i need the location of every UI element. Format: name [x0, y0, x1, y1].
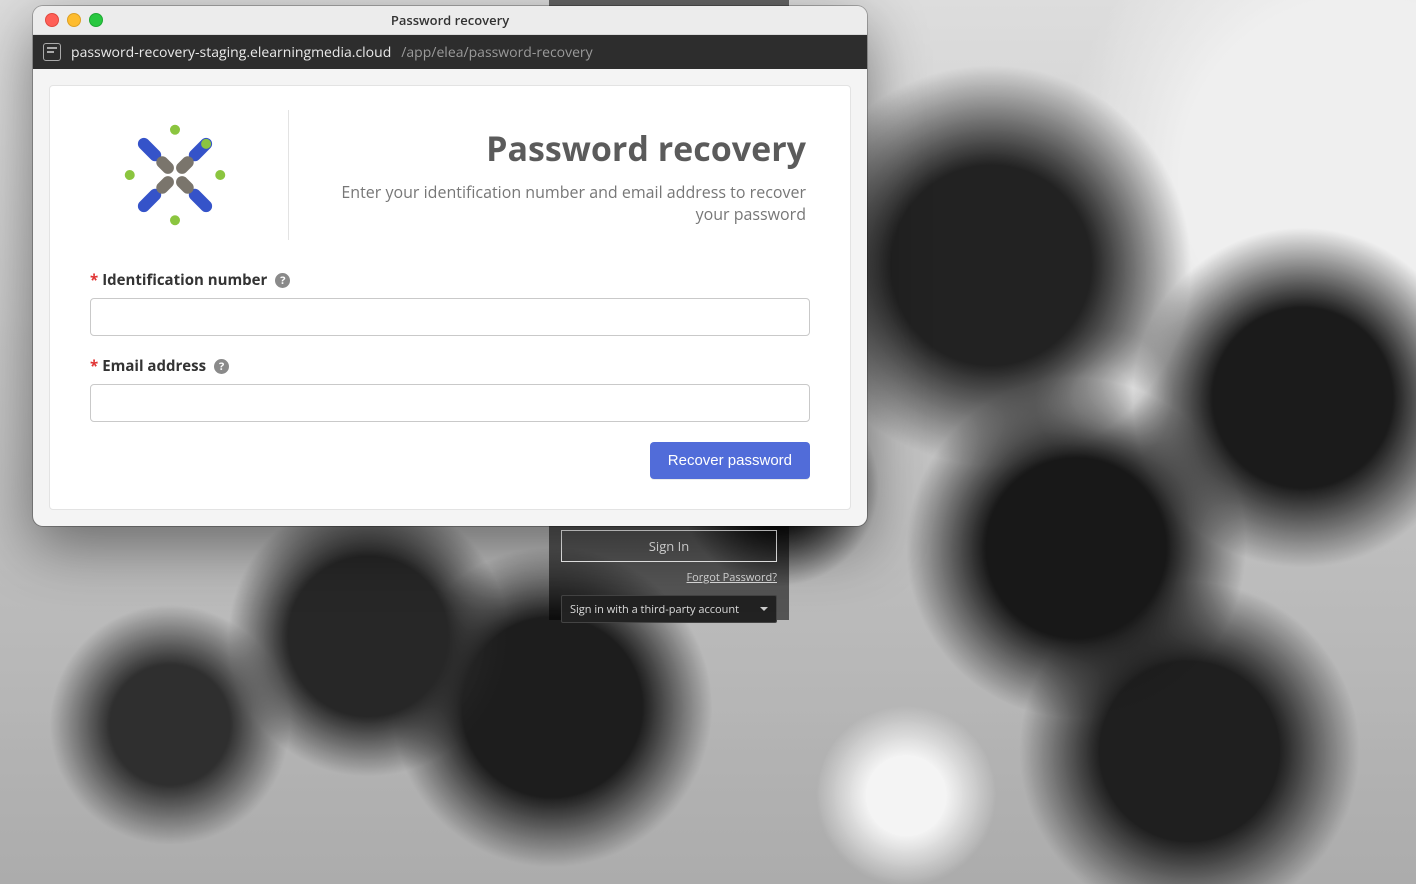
address-bar[interactable]: password-recovery-staging.elearningmedia…: [33, 35, 867, 69]
page-title: Password recovery: [317, 125, 806, 171]
site-settings-icon[interactable]: [43, 43, 61, 61]
email-input[interactable]: [90, 384, 810, 422]
window-titlebar: Password recovery: [33, 6, 867, 35]
window-title: Password recovery: [33, 11, 867, 29]
email-label: Email address: [102, 356, 206, 376]
identification-field: * Identification number ?: [90, 270, 810, 336]
recover-password-button[interactable]: Recover password: [650, 442, 810, 479]
email-field: * Email address ?: [90, 356, 810, 422]
identification-input[interactable]: [90, 298, 810, 336]
page-card: Password recovery Enter your identificat…: [49, 85, 851, 510]
third-party-label: Sign in with a third-party account: [570, 602, 739, 617]
brand-logo: [90, 110, 260, 240]
page-header: Password recovery Enter your identificat…: [90, 110, 810, 240]
identification-label: Identification number: [102, 270, 267, 290]
required-mark: *: [90, 270, 98, 290]
signin-button[interactable]: Sign In: [561, 530, 777, 562]
page-subtitle: Enter your identification number and ema…: [317, 181, 806, 226]
url-host: password-recovery-staging.elearningmedia…: [71, 43, 391, 62]
help-icon[interactable]: ?: [214, 359, 229, 374]
help-icon[interactable]: ?: [275, 273, 290, 288]
browser-window: Password recovery password-recovery-stag…: [33, 6, 867, 526]
required-mark: *: [90, 356, 98, 376]
logo-icon: [115, 115, 235, 235]
chevron-down-icon: [760, 607, 768, 611]
forgot-password-link[interactable]: Forgot Password?: [549, 562, 789, 595]
third-party-select[interactable]: Sign in with a third-party account: [561, 595, 777, 623]
url-path: /app/elea/password-recovery: [401, 43, 592, 62]
header-divider: [288, 110, 289, 240]
signin-button-label: Sign In: [649, 537, 689, 555]
